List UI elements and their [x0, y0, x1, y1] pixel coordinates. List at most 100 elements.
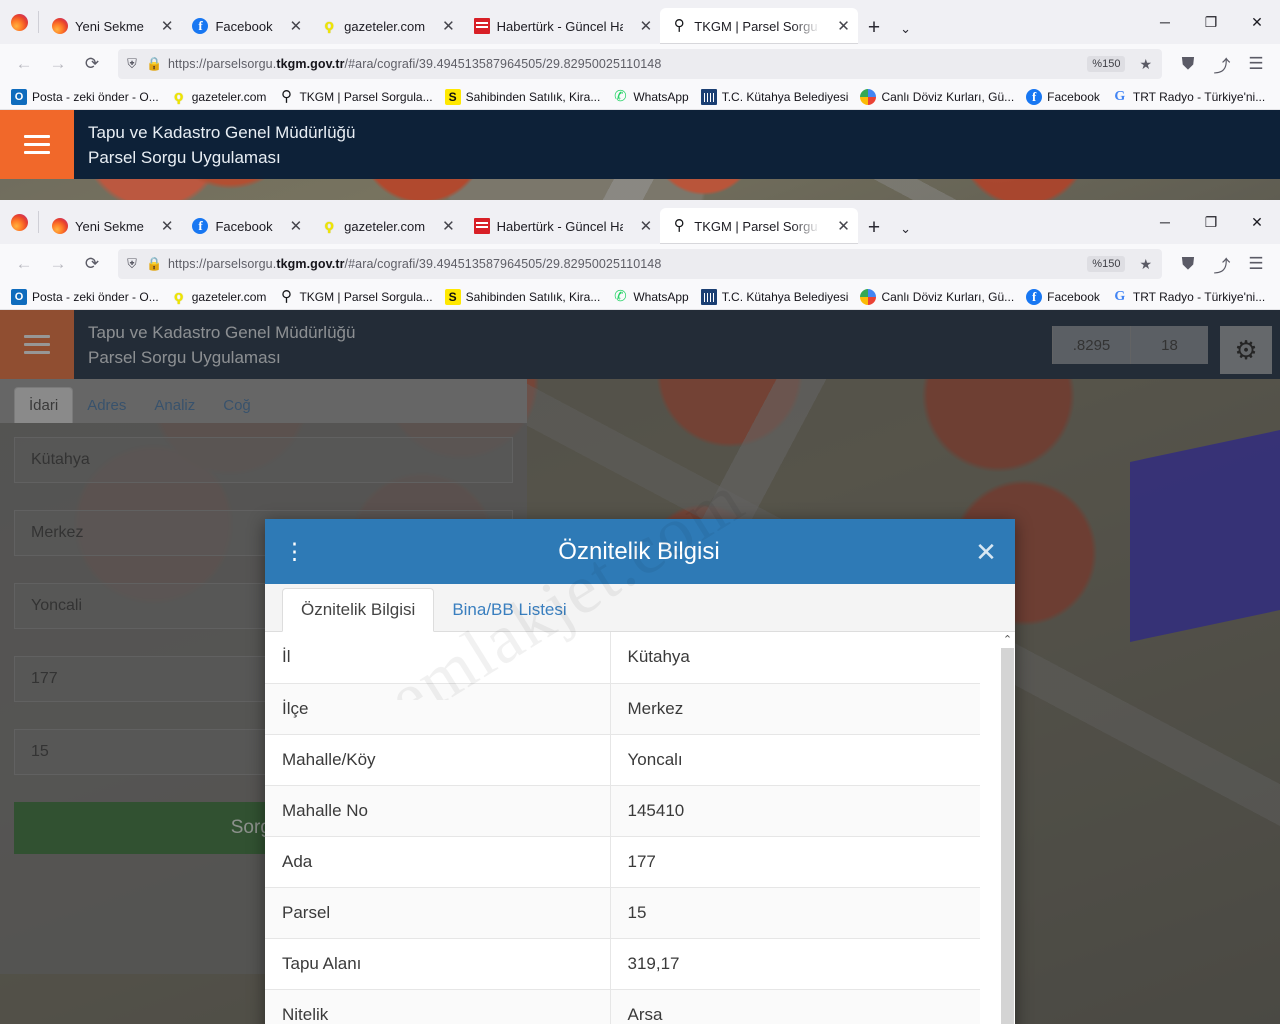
tab-title: Habertürk - Güncel Haber: [496, 218, 623, 234]
bookmark-item[interactable]: S Sahibinden Satılık, Kira...: [440, 287, 606, 307]
bookmark-item[interactable]: Canlı Döviz Kurları, Gü...: [855, 87, 1019, 107]
tab-list-button[interactable]: ⌄: [890, 222, 921, 244]
share-icon[interactable]: ⤴: [1206, 249, 1238, 279]
shield-icon[interactable]: ⛨: [124, 256, 140, 272]
tab-close-button[interactable]: ✕: [630, 219, 653, 234]
firefox-app-icon: [0, 0, 38, 44]
new-tab-button[interactable]: +: [858, 217, 890, 244]
bookmarks-bar: O Posta - zeki önder - O... ϙ gazeteler.co…: [0, 84, 1280, 110]
bookmark-item[interactable]: S Sahibinden Satılık, Kira...: [440, 87, 606, 107]
pocket-icon[interactable]: ⛊: [1172, 249, 1204, 279]
tab-close-button[interactable]: ✕: [827, 19, 850, 34]
chevron-up-icon[interactable]: ⌃: [1000, 632, 1015, 648]
google-icon: G: [1114, 88, 1126, 104]
tab-list-button[interactable]: ⌄: [890, 22, 921, 44]
reload-button[interactable]: ⟳: [76, 249, 108, 279]
browser-tab-3[interactable]: Habertürk - Güncel Haber ✕: [463, 208, 661, 244]
bookmark-item[interactable]: G TRT Radyo - Türkiye'ni...: [1107, 287, 1270, 307]
back-button[interactable]: ←: [8, 49, 40, 79]
browser-tab-4-active[interactable]: ⚲ TKGM | Parsel Sorgu Uygu ✕: [660, 8, 858, 44]
browser-tab-4-active[interactable]: ⚲ TKGM | Parsel Sorgu Uygu ✕: [660, 208, 858, 244]
bookmark-item[interactable]: ⚲ TKGM | Parsel Sorgula...: [273, 87, 437, 107]
bookmark-item[interactable]: ϙ gazeteler.com: [166, 287, 272, 307]
maximize-button[interactable]: ❐: [1188, 200, 1234, 244]
bookmark-star-icon[interactable]: ★: [1135, 256, 1156, 273]
tab-close-button[interactable]: ✕: [432, 219, 455, 234]
bookmark-item[interactable]: Canlı Döviz Kurları, Gü...: [855, 287, 1019, 307]
bookmark-item[interactable]: O Posta - zeki önder - O...: [6, 87, 164, 107]
shield-icon[interactable]: ⛨: [124, 56, 140, 72]
app-area-background: Tapu ve Kadastro Genel Müdürlüğü Parsel …: [0, 110, 1280, 200]
bookmark-item[interactable]: ✆ WhatsApp: [607, 287, 693, 307]
bookmark-item[interactable]: ✆ WhatsApp: [607, 87, 693, 107]
table-row: Parsel 15: [265, 887, 980, 939]
bookmark-item[interactable]: f Facebook: [1021, 287, 1105, 307]
minimize-button[interactable]: ─: [1142, 0, 1188, 44]
tab-divider: [38, 11, 39, 33]
firefox-icon: [52, 218, 68, 234]
browser-tab-1[interactable]: f Facebook ✕: [181, 208, 310, 244]
tab-title: Facebook: [215, 18, 273, 34]
kebab-menu-icon[interactable]: ⋮: [283, 540, 306, 562]
tab-title: gazeteler.com: [344, 18, 426, 34]
tab-bina-bb-listesi[interactable]: Bina/BB Listesi: [434, 589, 584, 631]
app-menu-icon[interactable]: ☰: [1240, 49, 1272, 79]
toolbar-right-actions: ⛊ ⤴ ☰: [1172, 49, 1272, 79]
bookmark-star-icon[interactable]: ★: [1135, 56, 1156, 73]
address-bar[interactable]: ⛨ 🔒 https://parselsorgu.tkgm.gov.tr/#ara…: [118, 249, 1162, 279]
tab-close-button[interactable]: ✕: [280, 19, 303, 34]
browser-tab-1[interactable]: f Facebook ✕: [181, 8, 310, 44]
close-window-button[interactable]: ✕: [1234, 0, 1280, 44]
zoom-level-badge[interactable]: %150: [1087, 56, 1126, 72]
tab-oznitelik-bilgisi[interactable]: Öznitelik Bilgisi: [282, 588, 435, 632]
zoom-level-badge[interactable]: %150: [1087, 256, 1126, 272]
bookmark-item[interactable]: T.C. Kütahya Belediyesi: [696, 87, 854, 107]
app-menu-icon[interactable]: ☰: [1240, 249, 1272, 279]
sahibinden-icon: S: [444, 288, 461, 305]
browser-tab-2[interactable]: ϙ gazeteler.com ✕: [310, 208, 463, 244]
bookmark-item[interactable]: G TRT Radyo - Türkiye'ni...: [1107, 87, 1270, 107]
modal-scrollbar[interactable]: ⌃: [1000, 632, 1015, 1024]
bookmark-label: TKGM | Parsel Sorgula...: [299, 289, 433, 304]
scrollbar-thumb[interactable]: [1001, 648, 1014, 1024]
browser-tab-3[interactable]: Habertürk - Güncel Haber ✕: [463, 8, 661, 44]
address-bar[interactable]: ⛨ 🔒 https://parselsorgu.tkgm.gov.tr/#ara…: [118, 49, 1162, 79]
modal-close-button[interactable]: ✕: [975, 539, 997, 565]
forward-button[interactable]: →: [42, 49, 74, 79]
bookmark-item[interactable]: ⚲ TKGM | Parsel Sorgula...: [273, 287, 437, 307]
hamburger-menu-icon[interactable]: [0, 110, 74, 179]
share-icon[interactable]: ⤴: [1206, 49, 1238, 79]
tab-close-button[interactable]: ✕: [151, 19, 174, 34]
tab-strip: Yeni Sekme ✕ f Facebook ✕ ϙ gazeteler.co…: [0, 0, 1280, 44]
attr-value: Arsa: [610, 989, 980, 1024]
forward-button[interactable]: →: [42, 249, 74, 279]
table-row: Mahalle No 145410: [265, 785, 980, 837]
pocket-icon[interactable]: ⛊: [1172, 49, 1204, 79]
tab-close-button[interactable]: ✕: [827, 219, 850, 234]
maximize-button[interactable]: ❐: [1188, 0, 1234, 44]
tab-close-button[interactable]: ✕: [280, 219, 303, 234]
reload-button[interactable]: ⟳: [76, 49, 108, 79]
modal-scroll-area: İl Kütahya İlçe Merkez Mahalle/Köy Yoncalı …: [265, 632, 1015, 1024]
table-row: Tapu Alanı 319,17: [265, 938, 980, 990]
browser-tab-0[interactable]: Yeni Sekme ✕: [41, 208, 181, 244]
bookmark-item[interactable]: f Facebook: [1021, 87, 1105, 107]
url-text: https://parselsorgu.tkgm.gov.tr/#ara/cog…: [168, 257, 662, 271]
browser-tab-0[interactable]: Yeni Sekme ✕: [41, 8, 181, 44]
browser-tab-2[interactable]: ϙ gazeteler.com ✕: [310, 8, 463, 44]
tab-close-button[interactable]: ✕: [151, 219, 174, 234]
lock-icon[interactable]: 🔒: [146, 56, 162, 72]
close-window-button[interactable]: ✕: [1234, 200, 1280, 244]
tab-close-button[interactable]: ✕: [630, 19, 653, 34]
back-button[interactable]: ←: [8, 249, 40, 279]
bookmark-item[interactable]: T.C. Kütahya Belediyesi: [696, 287, 854, 307]
table-row: İl Kütahya: [265, 632, 980, 684]
facebook-icon: f: [1026, 88, 1043, 105]
new-tab-button[interactable]: +: [858, 17, 890, 44]
bookmark-item[interactable]: O Posta - zeki önder - O...: [6, 287, 164, 307]
bookmark-item[interactable]: ϙ gazeteler.com: [166, 87, 272, 107]
app-title-background: Tapu ve Kadastro Genel Müdürlüğü Parsel …: [74, 110, 355, 179]
minimize-button[interactable]: ─: [1142, 200, 1188, 244]
tab-close-button[interactable]: ✕: [432, 19, 455, 34]
lock-icon[interactable]: 🔒: [146, 256, 162, 272]
